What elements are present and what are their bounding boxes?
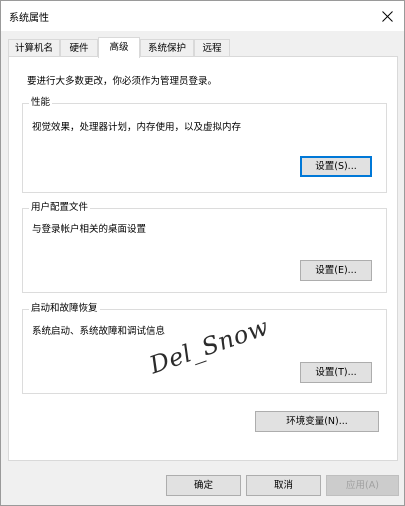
user-profiles-description: 与登录帐户相关的桌面设置 (32, 224, 147, 235)
performance-settings-button[interactable]: 设置(S)... (300, 156, 372, 177)
user-profiles-group: 用户配置文件 与登录帐户相关的桌面设置 设置(E)... (22, 202, 387, 293)
user-profiles-settings-button[interactable]: 设置(E)... (300, 260, 372, 281)
close-icon (381, 10, 393, 22)
performance-description: 视觉效果，处理器计划，内存使用，以及虚拟内存 (32, 122, 242, 133)
user-profiles-title: 用户配置文件 (29, 202, 91, 214)
tab-hardware[interactable]: 硬件 (60, 39, 98, 56)
ok-button[interactable]: 确定 (166, 475, 241, 496)
admin-note: 要进行大多数更改，你必须作为管理员登录。 (27, 76, 218, 87)
system-properties-window: 系统属性 计算机名 硬件 高级 系统保护 远程 要进行大多数更改，你必须作为管理… (0, 0, 405, 506)
dialog-button-bar: 确定 取消 应用(A) (1, 464, 404, 505)
startup-recovery-group: 启动和故障恢复 系统启动、系统故障和调试信息 设置(T)... (22, 303, 387, 394)
environment-variables-button[interactable]: 环境变量(N)... (255, 411, 379, 432)
performance-group: 性能 视觉效果，处理器计划，内存使用，以及虚拟内存 设置(S)... (22, 97, 387, 193)
title-bar: 系统属性 (1, 1, 404, 31)
tab-remote[interactable]: 远程 (194, 39, 230, 56)
close-button[interactable] (370, 1, 404, 31)
tab-system-protection[interactable]: 系统保护 (140, 39, 194, 56)
tab-computer-name[interactable]: 计算机名 (8, 39, 60, 56)
tab-panel-advanced: 要进行大多数更改，你必须作为管理员登录。 性能 视觉效果，处理器计划，内存使用，… (8, 56, 398, 461)
tab-advanced[interactable]: 高级 (98, 37, 140, 58)
performance-title: 性能 (29, 97, 53, 109)
apply-button[interactable]: 应用(A) (326, 475, 399, 496)
startup-recovery-title: 启动和故障恢复 (29, 303, 100, 315)
window-title: 系统属性 (9, 13, 49, 24)
cancel-button[interactable]: 取消 (246, 475, 321, 496)
startup-recovery-description: 系统启动、系统故障和调试信息 (32, 326, 166, 337)
startup-recovery-settings-button[interactable]: 设置(T)... (300, 362, 372, 383)
